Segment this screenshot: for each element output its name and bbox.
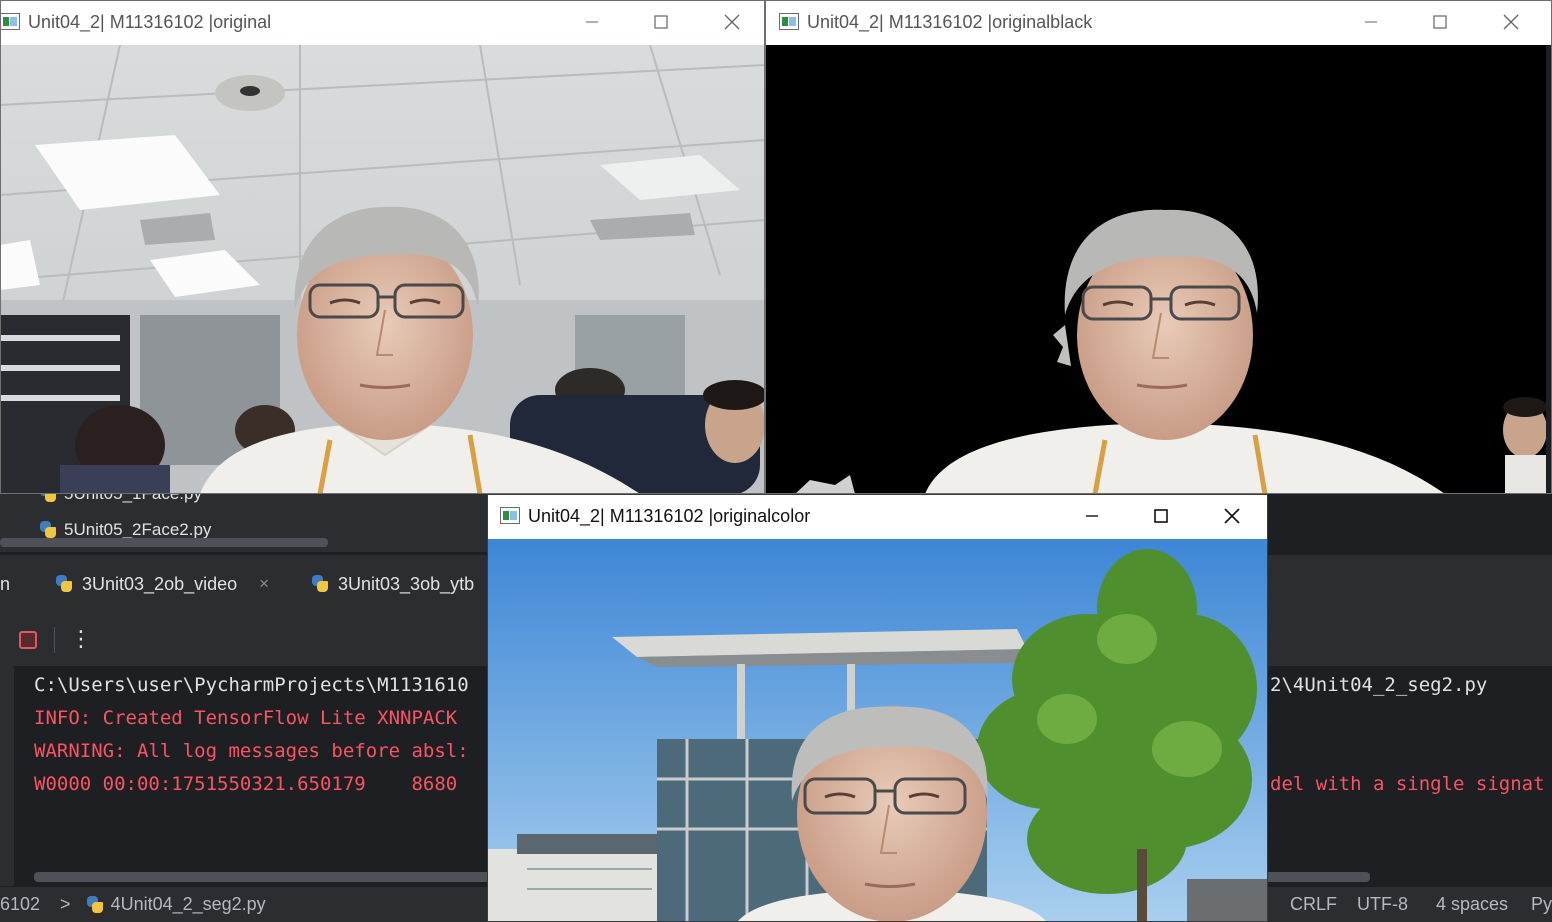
window-original: Unit04_2| M11316102 |original [0, 0, 765, 494]
title-bar[interactable]: Unit04_2| M11316102 |original [0, 0, 765, 44]
title-bar[interactable]: Unit04_2| M11316102 |originalcolor [487, 494, 1268, 538]
video-frame-original [0, 45, 765, 494]
breadcrumb-path: 6102 [0, 894, 41, 914]
app-icon [0, 13, 20, 30]
window-title: Unit04_2| M11316102 |originalcolor [528, 505, 811, 526]
video-frame-originalblack [765, 45, 1546, 494]
console-line: W0000 00:00:1751550321.650179 8680 [34, 773, 458, 795]
console-gutter [0, 666, 14, 886]
close-button[interactable] [709, 0, 755, 44]
indent-setting[interactable]: 4 spaces [1436, 887, 1508, 922]
console-line: C:\Users\user\PycharmProjects\M1131610 [34, 674, 469, 696]
maximize-icon [654, 15, 668, 29]
window-title: Unit04_2| M11316102 |original [28, 11, 272, 32]
close-icon[interactable]: × [259, 574, 269, 594]
office-scene-image [0, 45, 765, 494]
tab-3unit03-2ob-video[interactable]: 3Unit03_2ob_video × [54, 555, 269, 613]
window-edge [1546, 45, 1552, 494]
interpreter[interactable]: Py [1531, 887, 1552, 922]
stop-icon[interactable] [19, 631, 37, 649]
console-line: INFO: Created TensorFlow Lite XNNPACK [34, 707, 458, 729]
toolbar-divider [54, 627, 55, 653]
project-file-label: 5Unit05_2Face2.py [64, 520, 212, 539]
minimize-button[interactable] [1069, 494, 1115, 538]
console-line: 2\4Unit04_2_seg2.py [1270, 674, 1488, 696]
maximize-button[interactable] [638, 0, 684, 44]
minimize-button[interactable] [1348, 0, 1394, 44]
app-icon [500, 507, 520, 524]
tab-label: 3Unit03_3ob_ytb [338, 573, 475, 594]
breadcrumb[interactable]: 6102 > 4Unit04_2_seg2.py [0, 887, 266, 922]
minimize-icon [1086, 515, 1098, 517]
tab-partial[interactable]: n [0, 555, 10, 613]
building-background-composite-image [487, 539, 1268, 922]
console-line: WARNING: All log messages before absl: [34, 740, 469, 762]
console-line: del with a single signat [1270, 773, 1545, 795]
maximize-icon [1154, 509, 1168, 523]
close-icon [1503, 14, 1519, 30]
python-file-icon [85, 895, 105, 915]
minimize-button[interactable] [569, 0, 615, 44]
project-panel: 5Unit05_1Face.py 5Unit05_2Face2.py [0, 484, 487, 552]
python-file-icon [54, 574, 74, 594]
project-scrollbar[interactable] [0, 538, 328, 547]
breadcrumb-separator: > [60, 894, 71, 914]
tab-3unit03-3ob-ytb[interactable]: 3Unit03_3ob_ytb [310, 555, 474, 613]
minimize-icon [1365, 21, 1377, 23]
file-encoding[interactable]: UTF-8 [1357, 887, 1408, 922]
close-icon [1224, 508, 1240, 524]
window-originalblack: Unit04_2| M11316102 |originalblack [765, 0, 1552, 494]
maximize-icon [1433, 15, 1447, 29]
tab-label: 3Unit03_2ob_video [82, 573, 238, 594]
segmented-black-background-image [765, 45, 1546, 494]
tab-label: n [0, 573, 11, 594]
more-options-icon[interactable]: ⋮ [70, 626, 92, 652]
maximize-button[interactable] [1417, 0, 1463, 44]
python-file-icon [38, 520, 58, 540]
line-ending[interactable]: CRLF [1290, 887, 1337, 922]
close-button[interactable] [1488, 0, 1534, 44]
minimize-icon [586, 21, 598, 23]
window-originalcolor: Unit04_2| M11316102 |originalcolor [487, 494, 1268, 922]
maximize-button[interactable] [1138, 494, 1184, 538]
title-bar[interactable]: Unit04_2| M11316102 |originalblack [765, 0, 1552, 44]
video-frame-originalcolor [487, 539, 1268, 922]
app-icon [779, 13, 799, 30]
breadcrumb-file: 4Unit04_2_seg2.py [110, 894, 266, 914]
window-title: Unit04_2| M11316102 |originalblack [807, 11, 1093, 32]
python-file-icon [310, 574, 330, 594]
close-icon [724, 14, 740, 30]
close-button[interactable] [1209, 494, 1255, 538]
